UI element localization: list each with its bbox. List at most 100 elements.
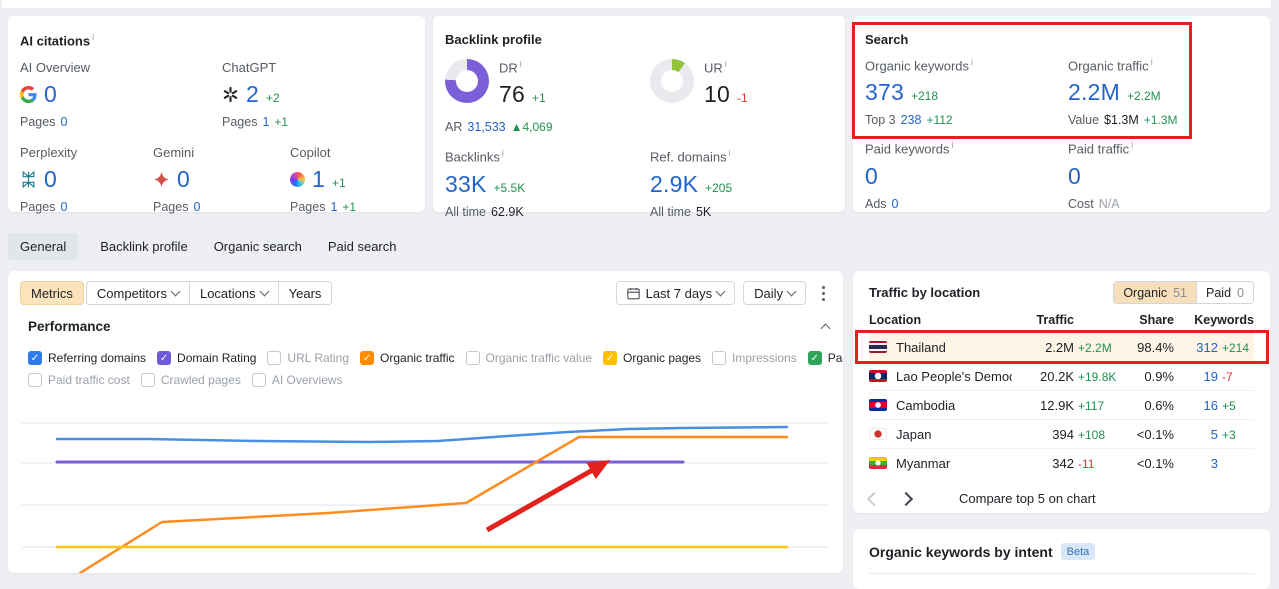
checkbox-crawled-pages[interactable]: Crawled pages <box>140 373 241 387</box>
compare-top5-link[interactable]: Compare top 5 on chart <box>959 491 1096 506</box>
ref-domains-value-link[interactable]: 2.9K <box>650 171 698 198</box>
chevron-down-icon <box>170 286 181 296</box>
tab-general[interactable]: General <box>8 232 79 260</box>
url-rating-stat: UR i 10 -1 <box>650 59 833 134</box>
japan-flag <box>869 428 887 440</box>
years-button[interactable]: Years <box>277 282 332 304</box>
check-icon: ✓ <box>605 352 615 364</box>
info-icon: i <box>724 59 727 69</box>
ai-citations-title: AI citations i <box>20 32 95 49</box>
performance-chart[interactable] <box>8 389 843 573</box>
checkbox-referring-domains[interactable]: ✓ Referring domains <box>28 351 146 365</box>
keywords-link[interactable]: 312 <box>1180 340 1218 355</box>
performance-title: Performance <box>28 319 111 334</box>
table-row-thailand[interactable]: Thailand 2.2M +2.2M 98.4% 312 +214 <box>869 333 1254 361</box>
table-row-myanmar[interactable]: Myanmar 342 -11 <0.1% 3 <box>869 448 1254 477</box>
info-icon: i <box>92 32 95 42</box>
keywords-link[interactable]: 19 <box>1180 369 1218 384</box>
checkbox-ai-overviews[interactable]: AI Overviews <box>251 373 343 387</box>
checkbox-organic-pages[interactable]: ✓ Organic pages <box>603 351 701 365</box>
table-row-japan[interactable]: Japan 394 +108 <0.1% 5 +3 <box>869 419 1254 448</box>
organic-paid-toggle: Organic 51 Paid 0 <box>1113 281 1254 304</box>
date-range-dropdown[interactable]: Last 7 days <box>615 281 736 305</box>
check-icon: ✓ <box>362 352 372 364</box>
organic-traffic-value-link[interactable]: 2.2M <box>1068 79 1120 106</box>
keywords-by-intent-title: Organic keywords by intent <box>869 543 1053 560</box>
info-icon: i <box>951 140 954 151</box>
ai-citations-card: AI citations i AI Overview 0 Pages 0 ChatG… <box>8 16 425 215</box>
paid-keywords-value-link[interactable]: 0 <box>865 163 878 190</box>
checkbox-paid-traffic[interactable]: ✓Paid traffic <box>807 351 843 365</box>
laos-flag <box>869 370 887 382</box>
ar-value-link[interactable]: 31,533 <box>467 120 505 134</box>
locations-dropdown[interactable]: Locations <box>188 282 278 304</box>
perplexity-icon <box>22 171 35 189</box>
gemini-value[interactable]: 0 <box>177 166 190 193</box>
dr-donut-chart <box>445 59 489 103</box>
backlink-profile-title: Backlink profile <box>445 32 542 47</box>
pages-count-link[interactable]: 1 <box>262 115 269 129</box>
calendar-icon <box>626 287 640 299</box>
checkbox-domain-rating[interactable]: ✓ Domain Rating <box>157 351 256 365</box>
checkbox-organic-traffic-value[interactable]: Organic traffic value <box>465 351 592 365</box>
chatgpt-stat: ChatGPT 2 +2 Pages 1 +1 <box>222 60 289 130</box>
keywords-link[interactable]: 16 <box>1180 398 1218 413</box>
perplexity-value[interactable]: 0 <box>44 166 57 193</box>
performance-card: Metrics Competitors Locations Years Last… <box>8 271 843 573</box>
toggle-paid[interactable]: Paid 0 <box>1196 282 1253 303</box>
search-card: Search Organic keywords i 373 +218 Top 3 23… <box>853 16 1270 212</box>
pages-count-link[interactable]: 1 <box>330 200 337 214</box>
gemini-stat: Gemini 0 Pages 0 <box>153 145 201 215</box>
metrics-button[interactable]: Metrics <box>20 281 84 305</box>
chart-toolbar: Metrics Competitors Locations Years Last… <box>20 280 833 306</box>
granularity-dropdown[interactable]: Daily <box>743 281 806 305</box>
checkbox-url-rating[interactable]: URL Rating <box>267 351 349 365</box>
keywords-link[interactable]: 5 <box>1180 427 1218 442</box>
cambodia-flag <box>869 399 887 411</box>
pages-count-link[interactable]: 0 <box>60 115 67 129</box>
checkbox-impressions[interactable]: Impressions <box>712 351 797 365</box>
page-next-button[interactable] <box>898 491 914 506</box>
pages-count-link[interactable]: 0 <box>60 200 67 214</box>
table-header: Location Traffic Share Keywords <box>869 308 1254 333</box>
info-icon: i <box>1131 140 1134 151</box>
tab-paid-search[interactable]: Paid search <box>324 233 401 260</box>
ai-overview-value[interactable]: 0 <box>44 81 57 108</box>
backlinks-value-link[interactable]: 33K <box>445 171 487 198</box>
keywords-link[interactable]: 3 <box>1180 456 1218 471</box>
tab-organic-search[interactable]: Organic search <box>210 233 306 260</box>
page-previous-button[interactable] <box>866 491 882 506</box>
copilot-icon <box>290 172 305 188</box>
ur-donut-chart <box>650 59 694 103</box>
checkbox-paid-traffic-cost[interactable]: Paid traffic cost <box>28 373 130 387</box>
info-icon: i <box>519 59 522 69</box>
paid-traffic-value-link[interactable]: 0 <box>1068 163 1081 190</box>
cropped-header-bottom <box>2 0 1271 8</box>
table-row-laos[interactable]: Lao People's Democratic Reput 20.2K+19.8… <box>869 361 1254 390</box>
ai-overview-stat: AI Overview 0 Pages 0 <box>20 60 91 130</box>
top3-value-link[interactable]: 238 <box>901 113 922 127</box>
info-icon: i <box>728 148 731 159</box>
section-tabs: General Backlink profile Organic search … <box>8 232 401 260</box>
check-icon: ✓ <box>810 352 819 364</box>
more-options-button[interactable] <box>814 282 833 305</box>
collapse-chevron-icon[interactable] <box>820 323 831 334</box>
copilot-value[interactable]: 1 <box>312 166 325 193</box>
search-title: Search <box>865 32 909 47</box>
competitors-dropdown[interactable]: Competitors <box>86 282 189 304</box>
toggle-organic[interactable]: Organic 51 <box>1114 282 1197 303</box>
info-icon: i <box>971 57 974 67</box>
table-row-cambodia[interactable]: Cambodia 12.9K +117 0.6% 16 +5 <box>869 390 1254 419</box>
domain-rating-stat: DR i 76 +1 AR 31,533 ▲4,069 <box>445 59 553 135</box>
check-icon: ✓ <box>159 352 169 364</box>
chatgpt-icon <box>223 87 238 103</box>
pages-count-link[interactable]: 0 <box>193 200 200 214</box>
organic-keywords-value-link[interactable]: 373 <box>865 79 904 106</box>
thailand-flag <box>869 341 887 353</box>
tab-backlink-profile[interactable]: Backlink profile <box>96 233 191 260</box>
gemini-icon <box>154 172 169 188</box>
chatgpt-value[interactable]: 2 <box>246 81 259 108</box>
checkbox-organic-traffic[interactable]: ✓ Organic traffic <box>360 351 455 365</box>
ads-value-link[interactable]: 0 <box>892 197 899 211</box>
divider <box>869 573 1254 574</box>
